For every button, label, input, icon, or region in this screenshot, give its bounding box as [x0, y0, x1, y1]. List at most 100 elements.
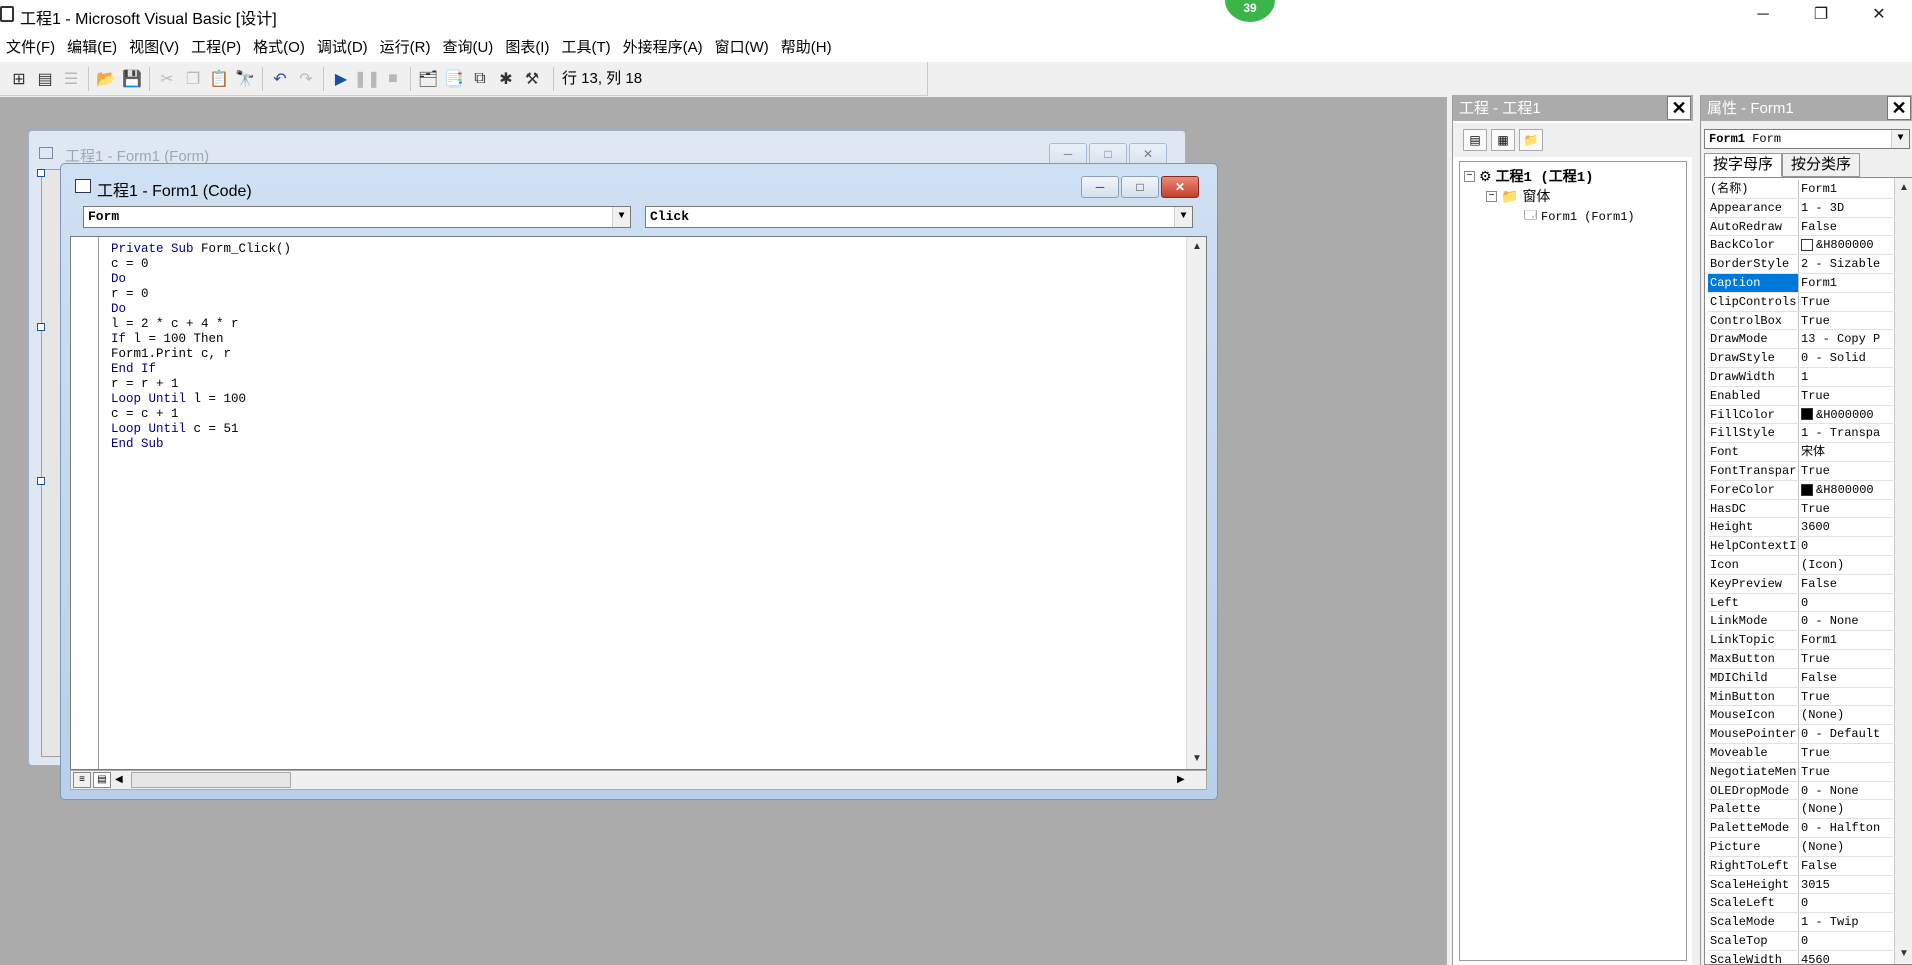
property-value[interactable]: True	[1799, 462, 1893, 480]
property-row[interactable]: FillStyle 1 - Transpa	[1708, 424, 1893, 444]
property-value[interactable]: &H800000	[1799, 481, 1893, 499]
procedure-view-icon[interactable]: ≡	[73, 772, 91, 788]
add-project-icon[interactable]: ⊞	[6, 66, 32, 92]
property-value[interactable]: &H800000	[1799, 236, 1893, 254]
property-row[interactable]: ClipControls True	[1708, 292, 1893, 312]
property-value[interactable]: True	[1799, 650, 1893, 668]
property-row[interactable]: DrawMode 13 - Copy P	[1708, 330, 1893, 350]
full-module-view-icon[interactable]: ▤	[93, 772, 111, 788]
property-row[interactable]: Caption Form1	[1708, 274, 1893, 293]
property-row[interactable]: FontTranspar True	[1708, 462, 1893, 481]
property-value[interactable]: 3600	[1799, 518, 1893, 536]
property-row[interactable]: ControlBox True	[1708, 311, 1893, 331]
code-editor[interactable]: Private Sub Form_Click() c = 0 Do r = 0 Do l …	[70, 236, 1207, 770]
property-row[interactable]: RightToLeft False	[1708, 856, 1893, 876]
property-value[interactable]: True	[1799, 387, 1893, 405]
property-row[interactable]: ScaleMode 1 - Twip	[1708, 913, 1893, 932]
property-value[interactable]: 1 - Twip	[1799, 913, 1893, 931]
collapse-icon[interactable]: −	[1486, 190, 1497, 202]
property-row[interactable]: Palette (None)	[1708, 800, 1893, 820]
scroll-right-icon[interactable]: ▶	[1177, 772, 1191, 788]
menu-item-1[interactable]: 编辑(E)	[61, 36, 123, 57]
stop-icon[interactable]: ■	[380, 66, 406, 92]
property-value[interactable]: True	[1799, 763, 1893, 781]
code-line[interactable]: Private Sub Form_Click()	[111, 242, 291, 257]
property-row[interactable]: MinButton True	[1708, 687, 1893, 707]
property-value[interactable]: False	[1799, 857, 1893, 875]
code-line[interactable]: r = r + 1	[111, 377, 291, 392]
form-layout-icon[interactable]: ⧉	[467, 66, 493, 92]
property-value[interactable]: 4560	[1799, 951, 1893, 964]
property-row[interactable]: DrawStyle 0 - Solid	[1708, 349, 1893, 368]
redo-icon[interactable]: ↷	[293, 66, 319, 92]
property-value[interactable]: 0	[1799, 537, 1893, 555]
object-combo[interactable]: Form ▼	[83, 206, 631, 228]
property-row[interactable]: Appearance 1 - 3D	[1708, 198, 1893, 218]
property-row[interactable]: (名称) Form1	[1708, 180, 1893, 199]
property-value[interactable]: 1 - 3D	[1799, 199, 1893, 217]
code-line[interactable]: Do	[111, 272, 291, 287]
horizontal-scroll-thumb[interactable]	[131, 772, 291, 788]
toolbox-icon[interactable]: ⚒	[519, 66, 545, 92]
properties-window-icon[interactable]: 📑	[441, 66, 467, 92]
menu-item-12[interactable]: 帮助(H)	[775, 36, 838, 57]
restore-button[interactable]: ❐	[1792, 0, 1850, 30]
property-value[interactable]: False	[1799, 669, 1893, 687]
save-icon[interactable]: 💾	[119, 66, 145, 92]
menu-item-10[interactable]: 外接程序(A)	[617, 36, 709, 57]
property-row[interactable]: KeyPreview False	[1708, 574, 1893, 594]
property-row[interactable]: LinkTopic Form1	[1708, 631, 1893, 650]
code-maximize-button[interactable]: □	[1121, 176, 1159, 198]
property-value[interactable]: True	[1799, 293, 1893, 311]
form-maximize-button[interactable]: □	[1089, 143, 1127, 165]
menu-editor-icon[interactable]: ☰	[58, 66, 84, 92]
cut-icon[interactable]: ✂	[154, 66, 180, 92]
property-row[interactable]: ScaleHeight 3015	[1708, 875, 1893, 895]
tree-item-forms-folder[interactable]: − 📁 窗体	[1486, 186, 1550, 206]
menu-item-3[interactable]: 工程(P)	[185, 36, 247, 57]
form-minimize-button[interactable]: ─	[1049, 143, 1087, 165]
property-row[interactable]: NegotiateMen True	[1708, 762, 1893, 782]
property-row[interactable]: BackColor &H800000	[1708, 236, 1893, 256]
property-value[interactable]: False	[1799, 575, 1893, 593]
property-row[interactable]: Moveable True	[1708, 744, 1893, 763]
property-row[interactable]: ForeColor &H800000	[1708, 480, 1893, 500]
property-value[interactable]: Form1	[1799, 180, 1893, 198]
properties-panel-close-icon[interactable]: ✕	[1887, 96, 1911, 120]
property-value[interactable]: 0 - Default	[1799, 725, 1893, 743]
property-value[interactable]: 1	[1799, 368, 1893, 386]
property-row[interactable]: MousePointer 0 - Default	[1708, 725, 1893, 744]
code-line[interactable]: Loop Until l = 100	[111, 392, 291, 407]
code-minimize-button[interactable]: ─	[1081, 176, 1119, 198]
property-row[interactable]: Font 宋体	[1708, 443, 1893, 462]
property-row[interactable]: ScaleTop 0	[1708, 932, 1893, 951]
code-line[interactable]: c = 0	[111, 257, 291, 272]
property-value[interactable]: Form1	[1799, 631, 1893, 649]
property-value[interactable]: True	[1799, 688, 1893, 706]
resize-handle[interactable]	[37, 477, 45, 485]
view-code-icon[interactable]: ▤	[1463, 129, 1487, 151]
property-row[interactable]: Left 0	[1708, 593, 1893, 613]
property-value[interactable]: 0 - None	[1799, 612, 1893, 630]
paste-icon[interactable]: 📋	[206, 66, 232, 92]
property-row[interactable]: MDIChild False	[1708, 668, 1893, 688]
menu-item-9[interactable]: 工具(T)	[555, 36, 616, 57]
menu-item-6[interactable]: 运行(R)	[374, 36, 437, 57]
menu-item-7[interactable]: 查询(U)	[436, 36, 499, 57]
run-icon[interactable]: ▶	[328, 66, 354, 92]
property-value[interactable]: (None)	[1799, 800, 1893, 818]
add-form-icon[interactable]: ▤	[32, 66, 58, 92]
scroll-down-icon[interactable]: ▼	[1895, 944, 1912, 964]
close-button[interactable]: ✕	[1850, 0, 1908, 30]
properties-scrollbar[interactable]: ▲ ▼	[1894, 178, 1912, 964]
menu-item-11[interactable]: 窗口(W)	[709, 36, 775, 57]
copy-icon[interactable]: ❐	[180, 66, 206, 92]
chevron-down-icon[interactable]: ▼	[1174, 207, 1192, 227]
property-value[interactable]: (Icon)	[1799, 556, 1893, 574]
property-value[interactable]: 2 - Sizable	[1799, 255, 1893, 273]
resize-handle[interactable]	[37, 169, 45, 177]
open-icon[interactable]: 📂	[93, 66, 119, 92]
property-value[interactable]: (None)	[1799, 706, 1893, 724]
menu-item-5[interactable]: 调试(D)	[311, 36, 374, 57]
chevron-down-icon[interactable]: ▼	[1891, 130, 1909, 148]
